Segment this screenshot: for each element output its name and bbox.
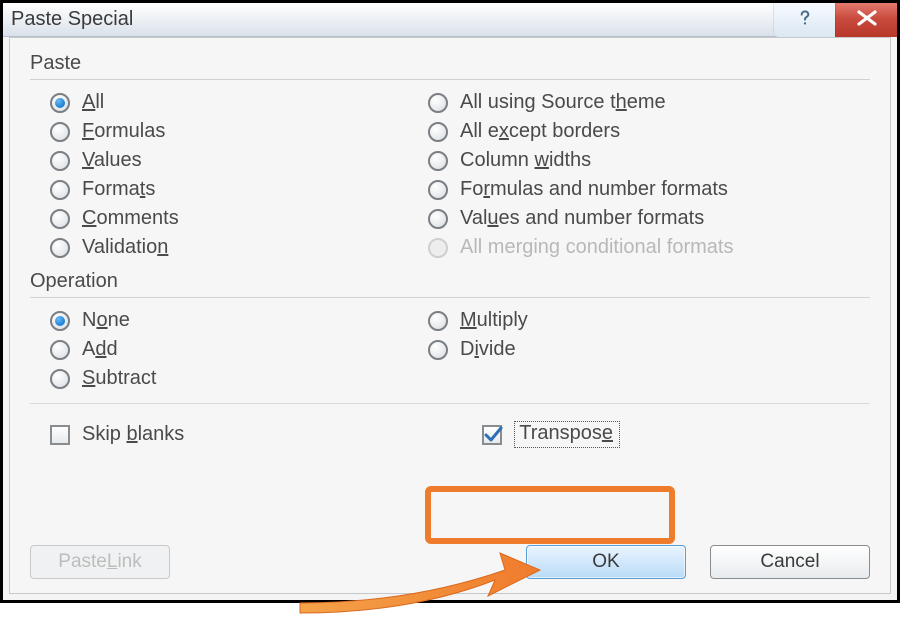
cancel-button[interactable]: Cancel (710, 545, 870, 579)
radio-label: All (82, 91, 104, 114)
radio-label: Subtract (82, 367, 157, 390)
radio-icon (428, 340, 448, 360)
radio-label: Comments (82, 207, 179, 230)
radio-icon (50, 93, 70, 113)
radio-all-merging-cond: All merging conditional formats (408, 233, 870, 262)
radio-label: Multiply (460, 309, 528, 332)
radio-values-num-formats[interactable]: Values and number formats (408, 204, 870, 233)
radio-values[interactable]: Values (30, 146, 408, 175)
radio-comments[interactable]: Comments (30, 204, 408, 233)
radio-divide[interactable]: Divide (408, 335, 870, 364)
radio-formulas[interactable]: Formulas (30, 117, 408, 146)
radio-label: All using Source theme (460, 91, 666, 114)
paste-options: All Formulas Values Formats Comments Validati… (30, 88, 870, 262)
radio-icon (428, 151, 448, 171)
close-button[interactable] (835, 3, 897, 37)
radio-icon (50, 238, 70, 258)
titlebar-buttons (773, 3, 897, 37)
dialog-paste-special: Paste Special Paste All Formulas Values For… (0, 0, 900, 603)
help-icon (795, 8, 815, 33)
checkbox-icon (482, 425, 502, 445)
radio-icon (428, 93, 448, 113)
radio-icon (428, 180, 448, 200)
radio-icon (428, 238, 448, 258)
annotation-highlight-box (425, 486, 675, 544)
radio-label: Formats (82, 178, 155, 201)
radio-multiply[interactable]: Multiply (408, 306, 870, 335)
radio-icon (50, 369, 70, 389)
radio-icon (428, 209, 448, 229)
radio-label: Values (82, 149, 142, 172)
radio-all-except-borders[interactable]: All except borders (408, 117, 870, 146)
transpose-label: Transpose (514, 421, 620, 448)
radio-validation[interactable]: Validation (30, 233, 408, 262)
group-paste: Paste All Formulas Values Formats Comments Va… (30, 52, 870, 262)
radio-label: Column widths (460, 149, 591, 172)
radio-label: Divide (460, 338, 516, 361)
titlebar: Paste Special (3, 3, 897, 37)
group-operation: Operation None Add Subtract Multiply Divide (30, 270, 870, 393)
radio-add[interactable]: Add (30, 335, 408, 364)
radio-icon (50, 209, 70, 229)
radio-label: Formulas and number formats (460, 178, 728, 201)
dialog-body: Paste All Formulas Values Formats Comments Va… (9, 37, 891, 594)
radio-icon (428, 122, 448, 142)
skip-blanks-label: Skip blanks (82, 423, 184, 446)
radio-none[interactable]: None (30, 306, 408, 335)
radio-icon (428, 311, 448, 331)
radio-label: Validation (82, 236, 168, 259)
radio-label: Values and number formats (460, 207, 704, 230)
radio-label: All except borders (460, 120, 620, 143)
radio-label: Formulas (82, 120, 165, 143)
transpose-checkbox[interactable]: Transpose (482, 418, 620, 451)
radio-all-src-theme[interactable]: All using Source theme (408, 88, 870, 117)
dialog-button-row: Paste Link OK Cancel (30, 545, 870, 579)
radio-icon (50, 340, 70, 360)
dialog-title: Paste Special (11, 8, 133, 31)
radio-all[interactable]: All (30, 88, 408, 117)
skip-blanks-checkbox[interactable]: Skip blanks (30, 420, 184, 449)
checkbox-row: Skip blanks Transpose (30, 414, 870, 451)
radio-formulas-num-formats[interactable]: Formulas and number formats (408, 175, 870, 204)
ok-button[interactable]: OK (526, 545, 686, 579)
checkbox-icon (50, 425, 70, 445)
close-icon (853, 9, 881, 32)
radio-label: All merging conditional formats (460, 236, 733, 259)
group-operation-label: Operation (30, 270, 870, 293)
radio-icon (50, 311, 70, 331)
radio-label: None (82, 309, 130, 332)
radio-icon (50, 180, 70, 200)
help-button[interactable] (773, 3, 835, 37)
radio-label: Add (82, 338, 118, 361)
radio-icon (50, 151, 70, 171)
paste-link-button: Paste Link (30, 545, 170, 579)
radio-formats[interactable]: Formats (30, 175, 408, 204)
group-paste-label: Paste (30, 52, 870, 75)
operation-options: None Add Subtract Multiply Divide (30, 306, 870, 393)
radio-icon (50, 122, 70, 142)
radio-subtract[interactable]: Subtract (30, 364, 408, 393)
radio-column-widths[interactable]: Column widths (408, 146, 870, 175)
